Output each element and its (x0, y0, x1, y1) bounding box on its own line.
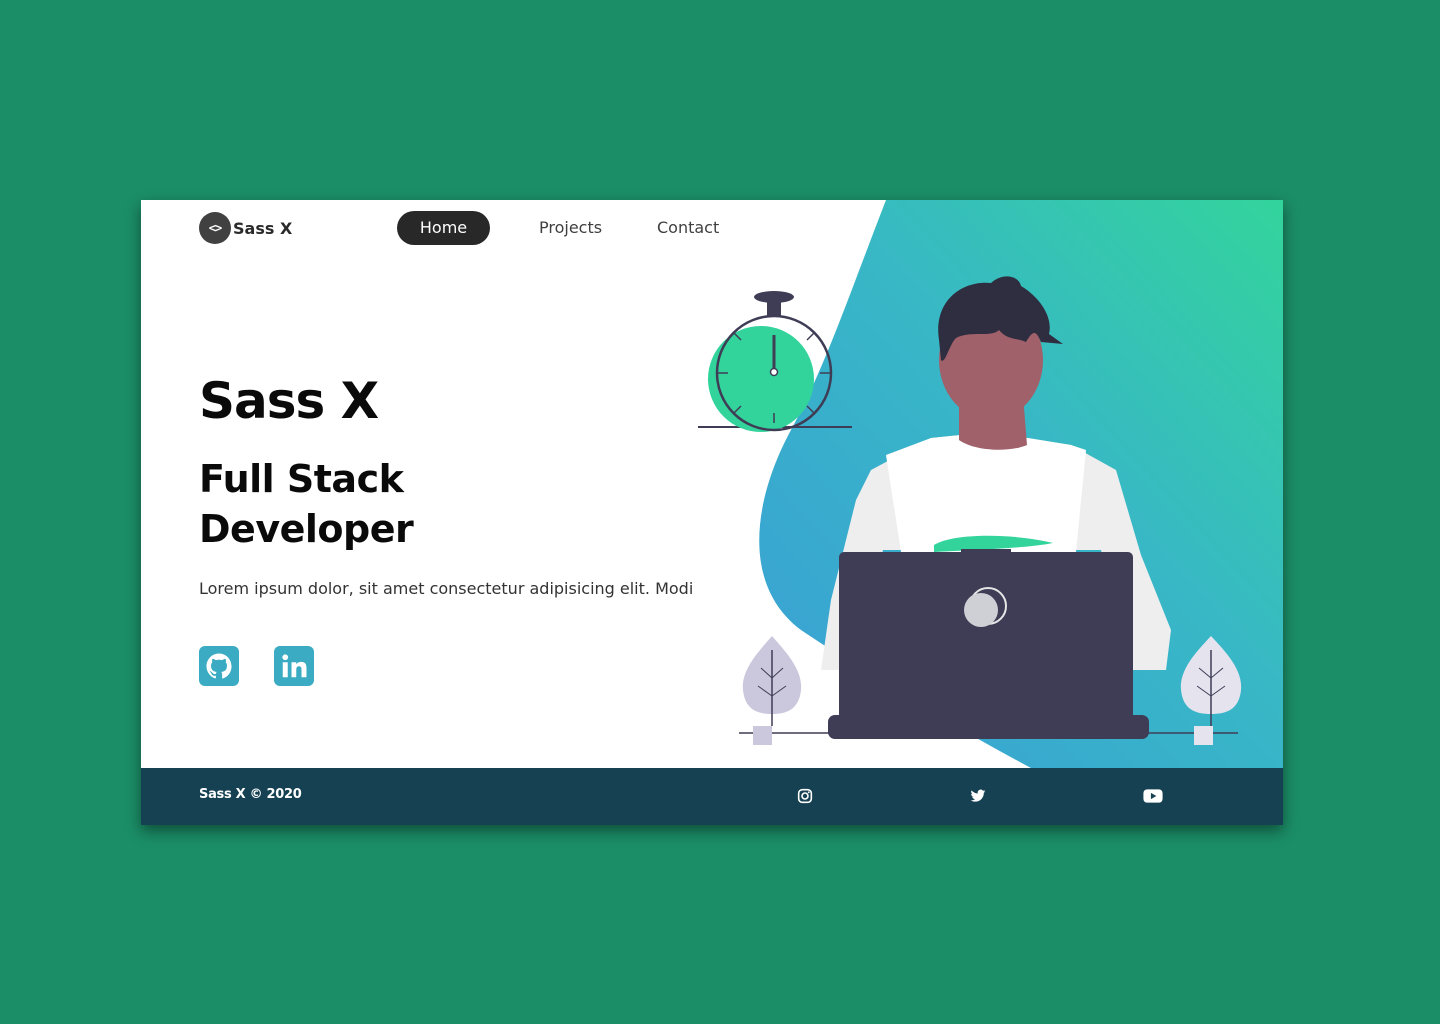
hero-description: Lorem ipsum dolor, sit amet consectetur … (199, 579, 694, 598)
github-icon (206, 653, 232, 679)
hero-title: Sass X (199, 372, 379, 430)
youtube-link[interactable] (1142, 785, 1164, 807)
nav-home-link[interactable]: Home (397, 211, 490, 245)
nav-projects-link[interactable]: Projects (539, 211, 602, 245)
social-links (199, 646, 349, 686)
footer-copyright: Sass X © 2020 (199, 787, 302, 802)
landing-page-frame: <> Sass X Home Projects Contact Sass X F… (141, 200, 1283, 825)
person-illustration (739, 276, 1242, 745)
linkedin-icon (282, 654, 307, 678)
brand-name: Sass X (233, 218, 293, 238)
instagram-icon (797, 788, 813, 804)
laptop-icon (828, 549, 1149, 739)
brand-logo[interactable]: <> Sass X (199, 212, 292, 244)
stopwatch-icon (698, 291, 852, 432)
page-footer: Sass X © 2020 (141, 768, 1283, 825)
linkedin-button[interactable] (274, 646, 314, 686)
plant-left-icon (739, 636, 831, 745)
instagram-link[interactable] (794, 785, 816, 807)
twitter-link[interactable] (967, 785, 989, 807)
nav-contact-link[interactable]: Contact (657, 211, 719, 245)
code-brackets-icon: <> (199, 212, 231, 244)
top-navbar: <> Sass X Home Projects Contact (141, 200, 1283, 256)
twitter-icon (970, 789, 986, 802)
hero-subtitle: Full Stack Developer (199, 457, 414, 551)
github-button[interactable] (199, 646, 239, 686)
youtube-icon (1143, 789, 1163, 803)
